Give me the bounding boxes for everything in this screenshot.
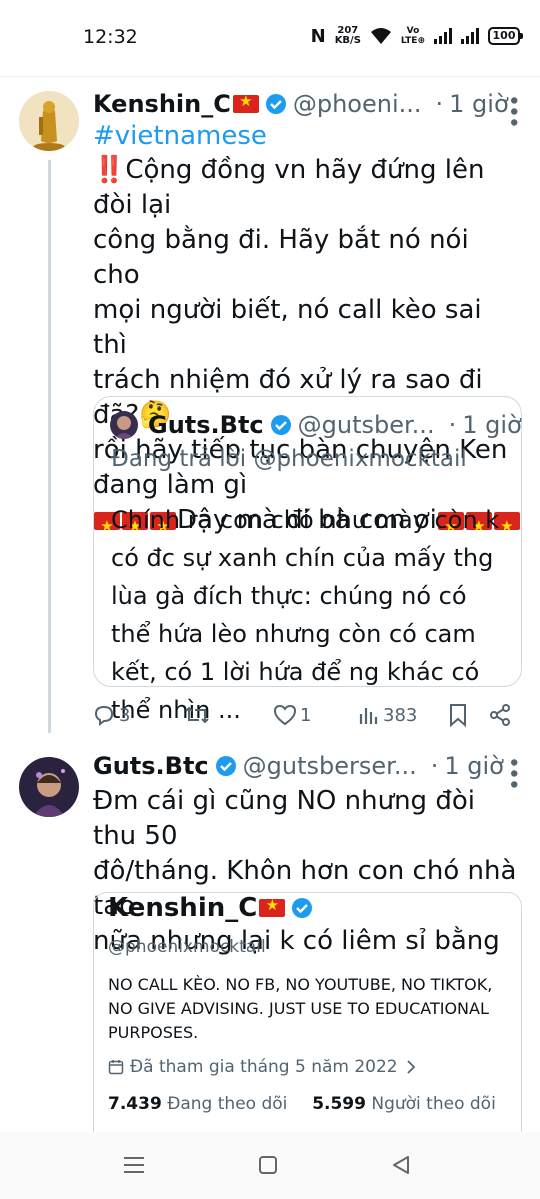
tweet-actions: 3 1 383	[92, 700, 522, 730]
status-time: 12:32	[83, 26, 138, 48]
bookmark-button[interactable]	[448, 703, 468, 727]
author-name[interactable]: Guts.Btc	[93, 752, 209, 780]
separator-dot: ·	[435, 90, 444, 118]
reply-count: 3	[119, 704, 131, 726]
author-handle[interactable]: @gutsberser...	[243, 752, 417, 780]
menu-icon[interactable]	[122, 1154, 146, 1176]
separator-dot: ·	[448, 411, 457, 439]
vietnam-flag-icon	[259, 896, 286, 917]
vietnam-flag-icon	[232, 92, 259, 113]
tweet-line: Đm cái gì cũng NO nhưng đòi thu 50	[93, 786, 475, 851]
quote-author-name: Guts.Btc	[148, 411, 264, 439]
views-count: 383	[383, 704, 418, 726]
quote-author-handle: @gutsber...	[297, 411, 435, 439]
bookmark-icon	[450, 704, 466, 727]
quote-header: Guts.Btc @gutsber... · 1 giờ	[148, 411, 522, 439]
following-label: Đang theo dõi	[167, 1094, 288, 1114]
thread-line	[48, 160, 51, 733]
volte-indicator: Vo LTE⊕	[401, 26, 425, 46]
avatar[interactable]	[19, 91, 79, 151]
signal-icon-2	[461, 28, 479, 44]
reply-icon	[94, 705, 114, 726]
tweet-time[interactable]: 1 giờ	[444, 752, 503, 780]
card-bio: NO CALL KÈO. NO FB, NO YOUTUBE, NO TIKTO…	[108, 975, 493, 1042]
verified-icon	[265, 94, 286, 114]
views-icon	[359, 708, 378, 724]
card-handle: @phoenixmocktail	[108, 937, 266, 957]
retweet-icon	[185, 706, 209, 724]
quote-avatar	[110, 411, 138, 439]
system-nav-bar	[0, 1132, 540, 1199]
quote-text: Chính ra con chó như mày còn k có đc sự …	[111, 506, 500, 724]
author-handle[interactable]: @phoeni...	[293, 90, 422, 118]
quote-time: 1 giờ	[462, 411, 522, 439]
share-icon	[490, 704, 510, 726]
like-icon	[273, 704, 297, 726]
profile-card[interactable]: Kenshin_C @phoenixmocktail NO CALL KÈO. …	[93, 892, 522, 1142]
card-name: Kenshin_C	[108, 893, 313, 923]
following-count: 7.439	[108, 1094, 162, 1114]
wifi-icon	[370, 28, 391, 44]
views-button[interactable]: 383	[358, 704, 417, 726]
followers-count: 5.599	[312, 1094, 366, 1114]
network-speed: 207 KB/S	[335, 26, 361, 46]
author-name[interactable]: Kenshin_C	[93, 90, 231, 118]
more-icon[interactable]: •••	[500, 94, 525, 127]
followers-label: Người theo dõi	[371, 1094, 496, 1114]
home-icon[interactable]	[257, 1154, 279, 1176]
verified-icon	[215, 756, 236, 776]
tweet-header: Kenshin_C @phoeni... · 1 giờ	[93, 90, 509, 118]
volte-top: Vo	[406, 26, 420, 36]
reply-button[interactable]: 3	[92, 703, 130, 727]
separator-dot: ·	[430, 752, 439, 780]
calendar-icon	[108, 1060, 124, 1075]
card-stats: 7.439 Đang theo dõi 5.599 Người theo dõi	[108, 1094, 496, 1114]
tweet-line: ‼️Cộng đồng vn hãy đứng lên đòi lại	[93, 155, 485, 220]
tweet-header: Guts.Btc @gutsberser... · 1 giờ	[93, 752, 504, 780]
hashtag-link[interactable]: #vietnamese	[93, 119, 267, 154]
divider	[0, 76, 540, 77]
verified-icon	[270, 415, 291, 435]
share-button[interactable]	[488, 703, 512, 727]
status-bar: 12:32 N 207 KB/S Vo LTE⊕ 100	[0, 0, 540, 72]
volte-bottom: LTE⊕	[400, 36, 425, 46]
signal-icon	[434, 28, 452, 44]
retweet-button[interactable]	[184, 703, 213, 727]
like-button[interactable]: 1	[273, 704, 311, 726]
speed-unit: KB/S	[334, 35, 361, 46]
tweet-line: công bằng đi. Hãy bắt nó nói cho	[93, 225, 469, 290]
avatar[interactable]	[19, 757, 79, 817]
battery-icon: 100	[488, 27, 523, 45]
replying-to: Đang trả lời @phoenixmocktail	[111, 446, 467, 472]
status-icons: N 207 KB/S Vo LTE⊕ 100	[310, 22, 523, 50]
like-count: 1	[300, 704, 312, 726]
nfc-icon: N	[310, 25, 326, 47]
card-name-text: Kenshin_C	[108, 893, 258, 923]
chevron-right-icon	[406, 1060, 415, 1074]
back-icon[interactable]	[390, 1154, 412, 1176]
verified-icon	[292, 898, 313, 918]
quoted-tweet[interactable]: Guts.Btc @gutsber... · 1 giờ Đang trả lờ…	[93, 396, 522, 724]
tweet-line: mọi người biết, nó call kèo sai thì	[93, 295, 482, 360]
card-joined: Đã tham gia tháng 5 năm 2022	[108, 1057, 418, 1077]
joined-text: Đã tham gia tháng 5 năm 2022	[130, 1057, 398, 1077]
